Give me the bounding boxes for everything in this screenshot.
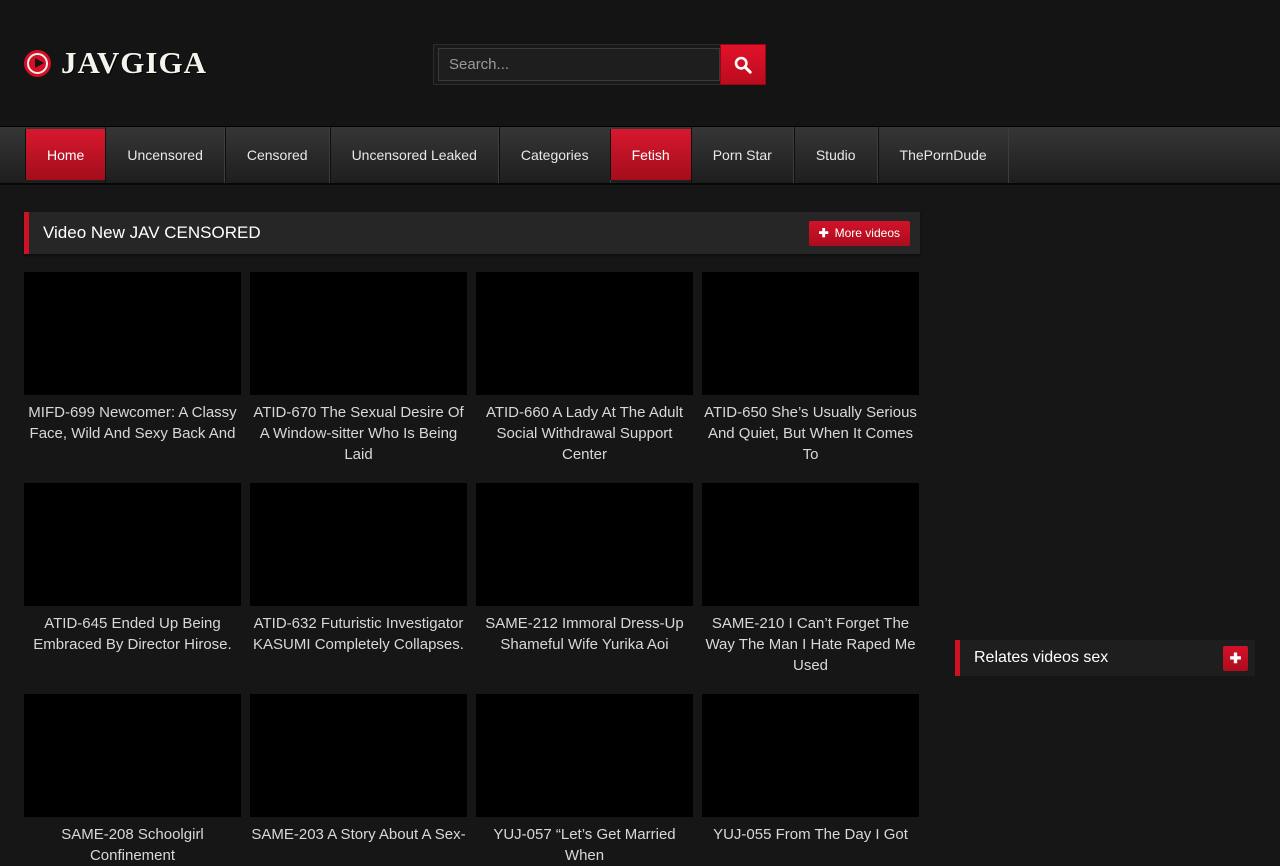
nav-item-theporndude[interactable]: ThePornDude — [878, 127, 1009, 183]
video-thumbnail[interactable] — [250, 483, 467, 606]
video-title[interactable]: SAME-212 Immoral Dress-Up Shameful Wife … — [476, 613, 693, 655]
main-nav: Home Uncensored Censored Uncensored Leak… — [0, 126, 1280, 185]
site-header: JAVGIGA — [0, 0, 1280, 126]
logo[interactable]: JAVGIGA — [24, 45, 207, 81]
video-title[interactable]: ATID-670 The Sexual Desire Of A Window-s… — [250, 402, 467, 465]
video-thumbnail[interactable] — [24, 272, 241, 395]
video-title[interactable]: MIFD-699 Newcomer: A Classy Face, Wild A… — [24, 402, 241, 444]
site-title: JAVGIGA — [61, 45, 207, 81]
video-card[interactable]: SAME-212 Immoral Dress-Up Shameful Wife … — [476, 483, 693, 676]
video-card[interactable]: ATID-660 A Lady At The Adult Social With… — [476, 272, 693, 465]
video-thumbnail[interactable] — [250, 272, 467, 395]
video-grid: MIFD-699 Newcomer: A Classy Face, Wild A… — [24, 272, 920, 866]
video-title[interactable]: YUJ-055 From The Day I Got — [702, 824, 919, 866]
video-title[interactable]: ATID-645 Ended Up Being Embraced By Dire… — [24, 613, 241, 655]
video-title[interactable]: ATID-650 She’s Usually Serious And Quiet… — [702, 402, 919, 465]
sidebar-section-header: Relates videos sex ✚ — [955, 640, 1255, 676]
main-column: Video New JAV CENSORED ✚ More videos MIF… — [24, 212, 920, 866]
content-area: Video New JAV CENSORED ✚ More videos MIF… — [0, 185, 1280, 866]
nav-item-uncensored[interactable]: Uncensored — [105, 127, 225, 183]
video-card[interactable]: SAME-208 Schoolgirl Confinement — [24, 694, 241, 866]
nav-item-porn-star[interactable]: Porn Star — [691, 127, 794, 183]
video-thumbnail[interactable] — [702, 272, 919, 395]
video-thumbnail[interactable] — [24, 694, 241, 817]
sidebar: Relates videos sex ✚ — [955, 212, 1255, 866]
search-form — [433, 44, 766, 85]
video-title[interactable]: ATID-632 Futuristic Investigator KASUMI … — [250, 613, 467, 655]
nav-item-censored[interactable]: Censored — [225, 127, 330, 183]
video-card[interactable]: SAME-203 A Story About A Sex- — [250, 694, 467, 866]
sidebar-more-button[interactable]: ✚ — [1223, 646, 1248, 671]
sidebar-section-title: Relates videos sex — [974, 649, 1223, 667]
video-thumbnail[interactable] — [476, 694, 693, 817]
plus-icon: ✚ — [819, 227, 829, 239]
section-header: Video New JAV CENSORED ✚ More videos — [24, 212, 920, 254]
play-icon — [24, 50, 51, 77]
section-title: Video New JAV CENSORED — [43, 223, 809, 243]
more-videos-label: More videos — [835, 226, 900, 240]
video-title[interactable]: YUJ-057 “Let’s Get Married When — [476, 824, 693, 866]
video-thumbnail[interactable] — [476, 272, 693, 395]
video-thumbnail[interactable] — [702, 694, 919, 817]
video-card[interactable]: ATID-670 The Sexual Desire Of A Window-s… — [250, 272, 467, 465]
video-title[interactable]: ATID-660 A Lady At The Adult Social With… — [476, 402, 693, 465]
video-title[interactable]: SAME-208 Schoolgirl Confinement — [24, 824, 241, 866]
video-card[interactable]: YUJ-055 From The Day I Got — [702, 694, 919, 866]
video-thumbnail[interactable] — [24, 483, 241, 606]
nav-item-fetish[interactable]: Fetish — [611, 129, 691, 180]
video-card[interactable]: ATID-650 She’s Usually Serious And Quiet… — [702, 272, 919, 465]
video-thumbnail[interactable] — [476, 483, 693, 606]
search-icon — [733, 55, 753, 75]
video-title[interactable]: SAME-210 I Can’t Forget The Way The Man … — [702, 613, 919, 676]
video-card[interactable]: YUJ-057 “Let’s Get Married When — [476, 694, 693, 866]
more-videos-button[interactable]: ✚ More videos — [809, 221, 910, 246]
search-button[interactable] — [720, 44, 766, 85]
video-card[interactable]: MIFD-699 Newcomer: A Classy Face, Wild A… — [24, 272, 241, 465]
video-card[interactable]: ATID-645 Ended Up Being Embraced By Dire… — [24, 483, 241, 676]
plus-icon: ✚ — [1230, 650, 1242, 667]
search-input[interactable] — [438, 48, 720, 81]
video-thumbnail[interactable] — [250, 694, 467, 817]
nav-item-studio[interactable]: Studio — [794, 127, 878, 183]
video-thumbnail[interactable] — [702, 483, 919, 606]
video-card[interactable]: SAME-210 I Can’t Forget The Way The Man … — [702, 483, 919, 676]
video-card[interactable]: ATID-632 Futuristic Investigator KASUMI … — [250, 483, 467, 676]
video-title[interactable]: SAME-203 A Story About A Sex- — [250, 824, 467, 866]
nav-item-categories[interactable]: Categories — [499, 127, 611, 183]
nav-item-home[interactable]: Home — [26, 129, 105, 180]
nav-item-uncensored-leaked[interactable]: Uncensored Leaked — [330, 127, 499, 183]
